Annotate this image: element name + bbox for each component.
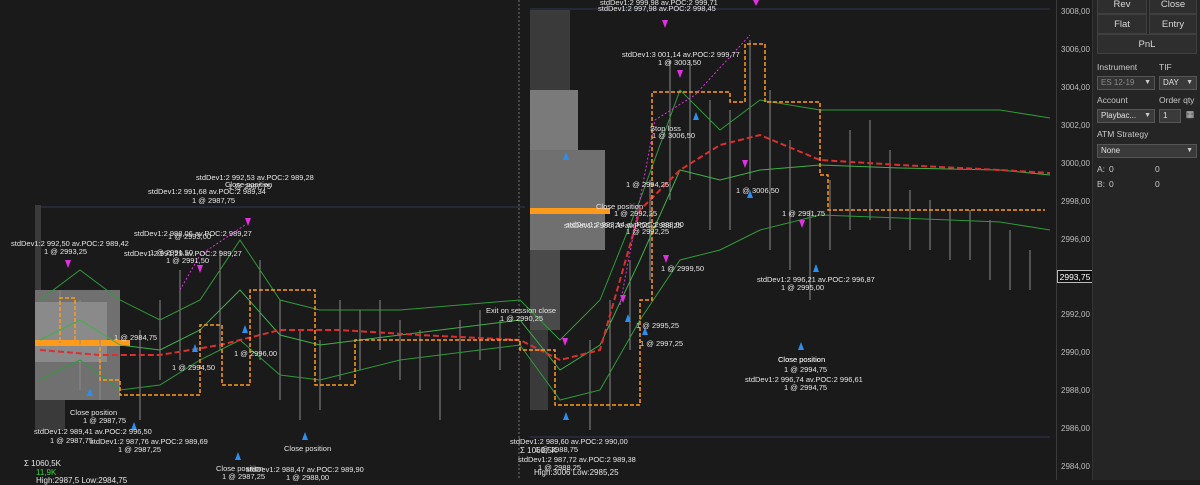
fill-price-label: 1 @ 2987,75 (83, 416, 127, 425)
tif-select[interactable]: DAY ▼ (1159, 76, 1197, 90)
tif-value: DAY (1163, 78, 1179, 87)
chart-canvas[interactable] (0, 0, 1056, 480)
fill-price-label: 1 @ 2994,25 (626, 180, 670, 189)
stddev-label: stdDev1:2 988,06 av.POC:2 989,27 (134, 229, 252, 238)
fill-price-label: 1 @ 2994,75 (784, 365, 828, 374)
fill-price-label: 1 @ 3006,50 (736, 186, 780, 195)
price-tick-label: 2996,00 (1061, 235, 1090, 244)
session-stat-label: High:3006 Low:2985,25 (534, 468, 619, 477)
buy-arrows (87, 112, 819, 460)
close-button[interactable]: Close (1149, 0, 1197, 14)
fill-price-label: 1 @ 2997,25 (640, 339, 684, 348)
a-label: A: (1097, 164, 1106, 174)
fill-price-label: 1 @ 2984,75 (114, 333, 158, 342)
fill-price-label: 1 @ 2995,00 (781, 283, 825, 292)
stddev-label: stdDev1:2 992,53 av.POC:2 989,28 (196, 173, 314, 182)
order-qty-label: Order qty (1159, 95, 1195, 105)
chevron-down-icon: ▼ (1144, 79, 1151, 86)
order-qty-value: 1 (1163, 111, 1168, 120)
instrument-select[interactable]: ES 12-19 ▼ (1097, 76, 1155, 90)
fill-price-label: 1 @ 2987,25 (118, 445, 162, 454)
price-chart[interactable]: stdDev1:2 999,98 av.POC:2 999,71 stdDev1:… (0, 0, 1056, 485)
a-value-2: 0 (1155, 164, 1160, 174)
entry-button[interactable]: Entry (1149, 14, 1197, 34)
fill-price-label: 1 @ 2988,00 (286, 473, 330, 482)
fill-price-label: 1 @ 2999,50 (661, 264, 705, 273)
fill-price-label: 1 @ 2994,50 (172, 363, 216, 372)
chevron-down-icon: ▼ (1186, 79, 1193, 86)
fill-price-label: 1 @ 3003,50 (658, 58, 702, 67)
fill-price-label: 1 @ 2995,25 (636, 321, 680, 330)
atm-strategy-label: ATM Strategy (1097, 129, 1149, 139)
price-tick-label: 3006,00 (1061, 45, 1090, 54)
fill-price-label: 1 @ 2991,50 (166, 256, 210, 265)
trading-window: stdDev1:2 999,98 av.POC:2 999,71 stdDev1:… (0, 0, 1200, 485)
rev-button[interactable]: Rev (1097, 0, 1147, 14)
fill-price-label: 1 @ 2990,25 (500, 314, 544, 323)
price-tick-label: 2990,00 (1061, 348, 1090, 357)
account-value: Playbac... (1101, 111, 1137, 120)
b-value-2: 0 (1155, 179, 1160, 189)
session-stat-label: High:2987,5 Low:2984,75 (36, 476, 128, 485)
price-tick-label: 2992,00 (1061, 310, 1090, 319)
account-select[interactable]: Playbac... ▼ (1097, 109, 1155, 123)
tif-label: TIF (1159, 62, 1172, 72)
chevron-down-icon: ▼ (1186, 147, 1193, 154)
fill-price-label: 1 @ 2993,25 (44, 247, 88, 256)
price-tick-label: 2988,00 (1061, 386, 1090, 395)
price-tick-label: 3002,00 (1061, 121, 1090, 130)
pnl-button[interactable]: PnL (1097, 34, 1197, 54)
stddev-label: stdDev1:2 997,98 av.POC:2 998,45 (598, 4, 716, 13)
fill-price-label: 1 @ 2992,25 (614, 209, 658, 218)
chevron-down-icon: ▼ (1144, 112, 1151, 119)
last-price-marker: 2993,75 (1057, 270, 1093, 283)
price-tick-label: 2984,00 (1061, 462, 1090, 471)
fill-price-label: 1 @ 2994,75 (784, 383, 828, 392)
flat-button[interactable]: Flat (1097, 14, 1147, 34)
fill-price-label: 1 @ 2987,75 (50, 436, 94, 445)
stddev-label: stdDev1:2 989,41 av.POC:2 996,50 (34, 427, 152, 436)
order-qty-input[interactable]: 1 (1159, 109, 1181, 123)
atm-strategy-select[interactable]: None ▼ (1097, 144, 1197, 158)
fill-price-label: 1 @ 2996,00 (234, 349, 278, 358)
fill-price-label: 1 @ 2992,25 (626, 227, 670, 236)
order-label: Close position (284, 444, 332, 453)
account-label: Account (1097, 95, 1128, 105)
order-label: Close position (778, 355, 826, 364)
fill-price-label: 1 @ 2991,75 (782, 209, 826, 218)
price-tick-label: 3008,00 (1061, 7, 1090, 16)
stddev-label: stdDev1:2 991,68 av.POC:2 989,34 (148, 187, 266, 196)
a-value-1: 0 (1109, 164, 1114, 174)
fill-price-label: 1 @ 2987,75 (192, 196, 236, 205)
fill-price-label: 1 @ 3006,50 (652, 131, 696, 140)
price-tick-label: 2998,00 (1061, 197, 1090, 206)
chart-trader-panel: Rev Close Flat Entry PnL Instrument TIF … (1092, 0, 1200, 480)
session-stat-label: Σ 1060,5K (520, 446, 557, 455)
b-value-1: 0 (1109, 179, 1114, 189)
session-stat-label: Σ 1060,5K (24, 459, 61, 468)
price-tick-label: 2986,00 (1061, 424, 1090, 433)
quantity-calculator-icon[interactable]: ▦ (1183, 109, 1197, 123)
price-tick-label: 3004,00 (1061, 83, 1090, 92)
price-axis[interactable]: 3008,00 3006,00 3004,00 3002,00 3000,00 2998,… (1056, 0, 1093, 480)
instrument-label: Instrument (1097, 62, 1138, 72)
atm-strategy-value: None (1101, 146, 1121, 155)
b-label: B: (1097, 179, 1106, 189)
instrument-value: ES 12-19 (1101, 78, 1135, 87)
price-tick-label: 3000,00 (1061, 159, 1090, 168)
